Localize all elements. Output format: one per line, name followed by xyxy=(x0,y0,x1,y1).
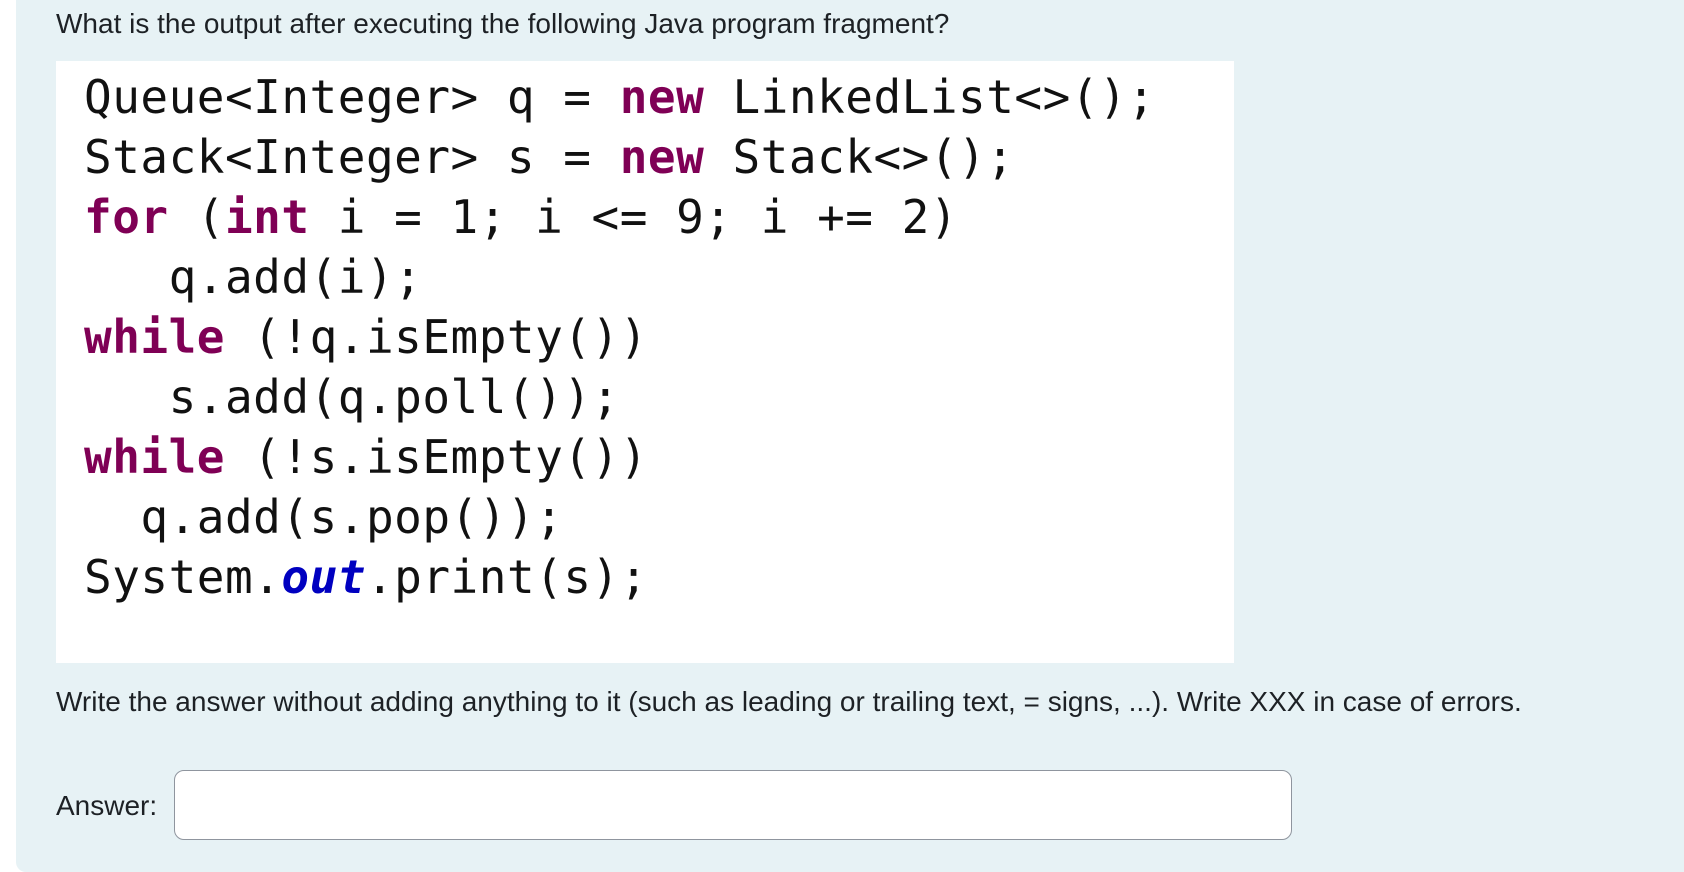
code-line-3: for (int i = 1; i <= 9; i += 2) xyxy=(84,190,959,244)
code-line-4: q.add(i); xyxy=(168,250,423,304)
code-line-6: s.add(q.poll()); xyxy=(168,370,620,424)
answer-input[interactable] xyxy=(174,770,1292,840)
code-line-2: Stack<Integer> s = new Stack<>(); xyxy=(84,130,1015,184)
answer-label: Answer: xyxy=(56,790,158,821)
code-line-9: System.out.print(s); xyxy=(84,550,648,604)
instructions-text: Write the answer without adding anything… xyxy=(56,686,1522,717)
code-block: Queue<Integer> q = new LinkedList<>(); S… xyxy=(56,61,1234,663)
code-line-1: Queue<Integer> q = new LinkedList<>(); xyxy=(84,70,1156,124)
code-line-5: while (!q.isEmpty()) xyxy=(84,310,648,364)
code-line-8: q.add(s.pop()); xyxy=(140,490,564,544)
code-line-7: while (!s.isEmpty()) xyxy=(84,430,648,484)
question-text: What is the output after executing the f… xyxy=(56,8,950,39)
